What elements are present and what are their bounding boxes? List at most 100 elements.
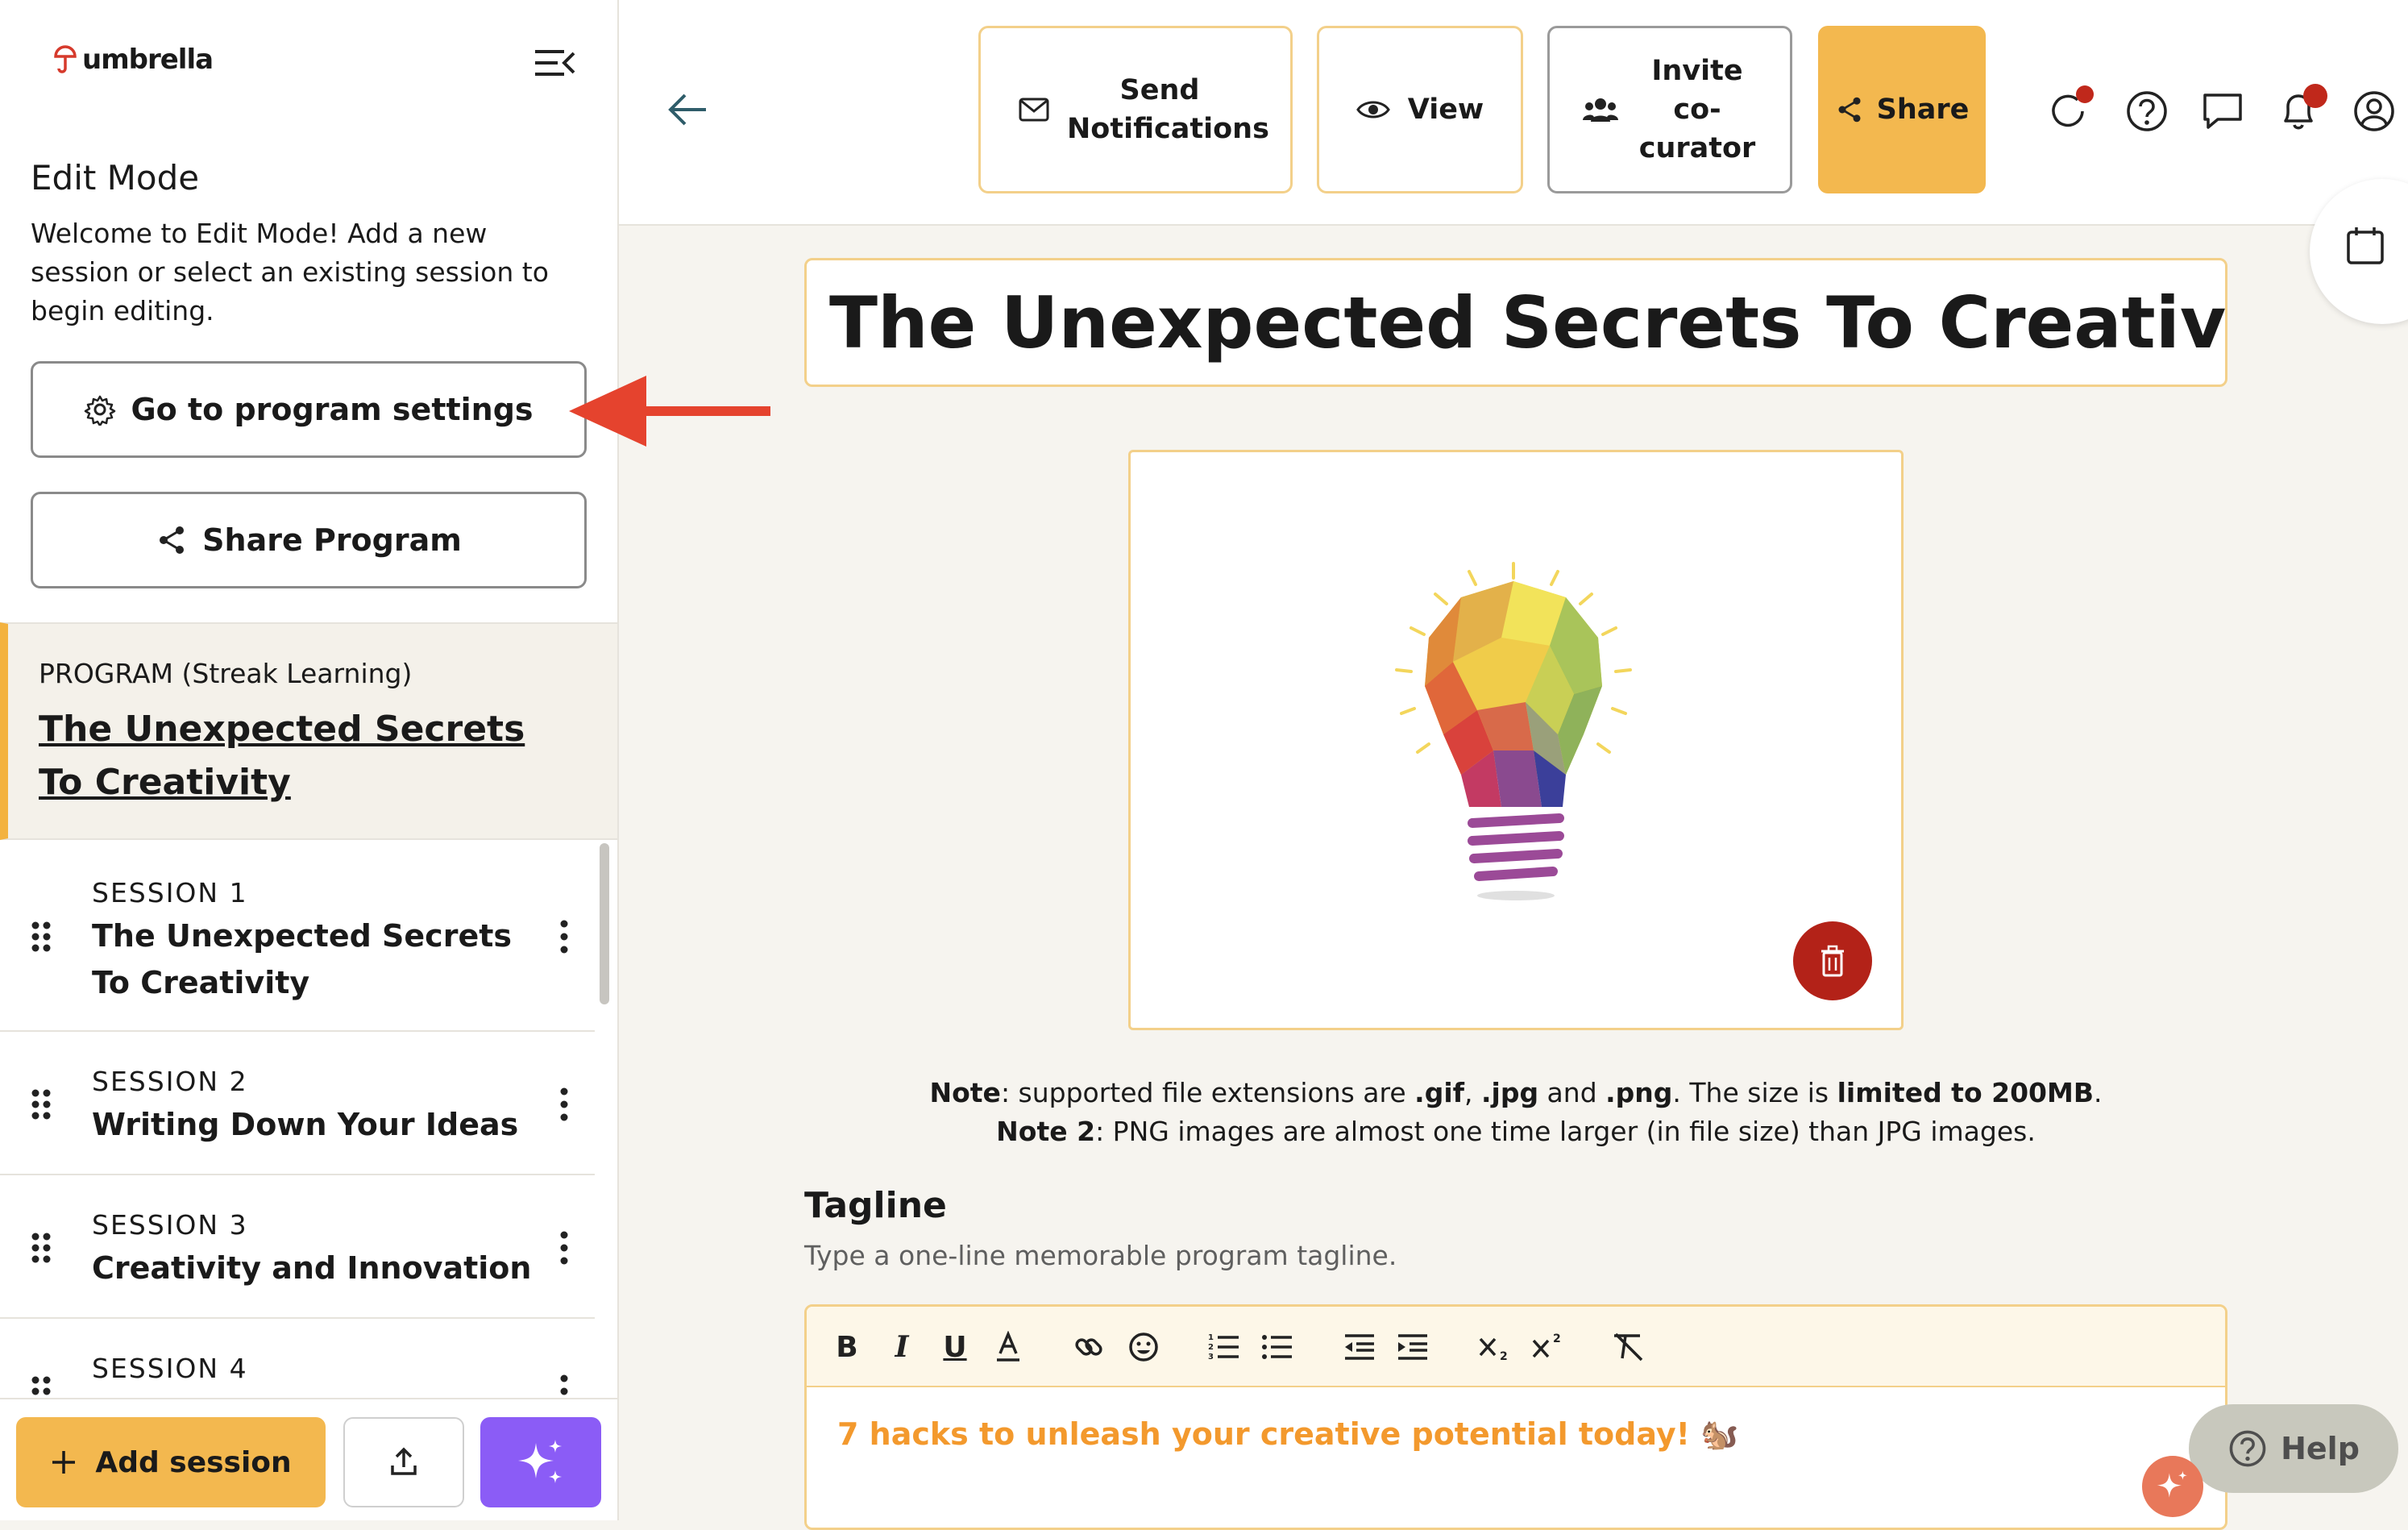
program-settings-button[interactable]: Go to program settings: [31, 361, 587, 458]
note-sep: ,: [1463, 1077, 1481, 1108]
collapse-sidebar-icon[interactable]: [530, 44, 577, 82]
bold-icon[interactable]: B: [829, 1329, 865, 1365]
session-item-1[interactable]: SESSION 1 The Unexpected Secrets To Crea…: [0, 842, 595, 1032]
annotation-arrow-icon: [569, 376, 770, 447]
text-color-icon[interactable]: [990, 1329, 1026, 1365]
more-options-icon[interactable]: [556, 1374, 572, 1398]
program-name-link[interactable]: The Unexpected Secrets To Creativity: [39, 703, 538, 809]
share-program-button[interactable]: Share Program: [31, 492, 587, 588]
note-sep: and: [1538, 1077, 1606, 1108]
scrollbar-thumb[interactable]: [600, 843, 609, 1004]
envelope-icon: [1019, 98, 1049, 122]
file-note: Note: supported file extensions are .gif…: [804, 1077, 2227, 1108]
svg-text:2: 2: [1208, 1343, 1214, 1352]
bell-icon[interactable]: [2276, 84, 2327, 134]
add-session-label: Add session: [95, 1445, 292, 1479]
drag-handle-icon[interactable]: [31, 1232, 52, 1264]
session-title: The Unexpected Secrets To Creativity: [92, 918, 512, 1000]
link-icon[interactable]: [1071, 1329, 1106, 1365]
back-arrow-icon[interactable]: [664, 85, 712, 134]
sidebar: umbrella Edit Mode Welcome to Edit Mode!…: [0, 0, 619, 1520]
note2-label: Note 2: [996, 1116, 1096, 1147]
refresh-notification-dot: [2076, 85, 2094, 103]
session-number: SESSION 3: [92, 1209, 248, 1241]
trash-icon: [1821, 945, 1844, 977]
plus-icon: [52, 1451, 76, 1474]
indent-icon[interactable]: [1395, 1329, 1430, 1365]
program-type-label: PROGRAM (Streak Learning): [39, 658, 413, 689]
chat-icon[interactable]: [2200, 89, 2245, 134]
drag-handle-icon[interactable]: [31, 1088, 52, 1120]
note-ext-png: .png: [1605, 1077, 1673, 1108]
top-bar: Send Notifications View Invite co-curato…: [619, 0, 2408, 226]
sidebar-footer: Add session: [0, 1398, 617, 1520]
umbrella-logo-icon: [54, 45, 77, 73]
note-size-limit: limited to 200MB: [1837, 1077, 2094, 1108]
delete-image-button[interactable]: [1793, 921, 1872, 1000]
session-item-2[interactable]: SESSION 2 Writing Down Your Ideas: [0, 1033, 595, 1175]
help-circle-icon: [2229, 1430, 2266, 1467]
session-number: SESSION 1: [92, 877, 248, 908]
tagline-text[interactable]: 7 hacks to unleash your creative potenti…: [837, 1416, 1738, 1453]
sparkles-icon: [518, 1440, 562, 1483]
help-circle-icon[interactable]: [2124, 89, 2169, 134]
more-options-icon[interactable]: [556, 919, 572, 954]
note-end: .: [2094, 1077, 2103, 1108]
more-options-icon[interactable]: [556, 1087, 572, 1122]
underline-icon[interactable]: U: [937, 1329, 973, 1365]
italic-icon[interactable]: I: [884, 1329, 920, 1365]
session-list: SESSION 1 The Unexpected Secrets To Crea…: [0, 842, 595, 1398]
session-item-3[interactable]: SESSION 3 Creativity and Innovation: [0, 1177, 595, 1319]
notification-dot: [2303, 84, 2327, 108]
invite-cocurator-button[interactable]: Invite co-curator: [1547, 26, 1792, 193]
share-program-label: Share Program: [202, 522, 462, 558]
emoji-icon[interactable]: [1126, 1329, 1161, 1365]
note-label: Note: [929, 1077, 1001, 1108]
drag-handle-icon[interactable]: [31, 1375, 52, 1398]
bullet-list-icon[interactable]: [1260, 1329, 1295, 1365]
invite-cocurator-label: Invite co-curator: [1638, 55, 1756, 164]
eye-icon: [1356, 101, 1390, 118]
note-text: . The size is: [1672, 1077, 1837, 1108]
program-settings-label: Go to program settings: [131, 392, 533, 427]
note2-text: : PNG images are almost one time larger …: [1095, 1116, 2036, 1147]
ai-assist-button[interactable]: [2142, 1456, 2203, 1517]
upload-button[interactable]: [343, 1417, 464, 1507]
session-title: Writing Down Your Ideas: [92, 1107, 519, 1142]
program-image-container[interactable]: [1128, 450, 1904, 1030]
program-item[interactable]: PROGRAM (Streak Learning) The Unexpected…: [0, 622, 617, 840]
umbrella-logo[interactable]: umbrella: [53, 44, 214, 76]
users-icon: [1583, 98, 1618, 122]
share-button[interactable]: Share: [1818, 26, 1986, 193]
tagline-description: Type a one-line memorable program taglin…: [804, 1240, 1397, 1271]
ai-generate-button[interactable]: [480, 1417, 601, 1507]
lightbulb-image: [1395, 562, 1632, 900]
session-item-4[interactable]: SESSION 4: [0, 1320, 595, 1398]
session-title: Creativity and Innovation: [92, 1250, 532, 1286]
view-button[interactable]: View: [1317, 26, 1523, 193]
clear-format-icon[interactable]: [1611, 1329, 1646, 1365]
ordered-list-icon[interactable]: 123: [1206, 1329, 1242, 1365]
drag-handle-icon[interactable]: [31, 921, 52, 953]
calendar-button[interactable]: [2310, 179, 2408, 324]
svg-text:2: 2: [1500, 1350, 1508, 1363]
share-label: Share: [1876, 94, 1970, 126]
svg-text:3: 3: [1208, 1353, 1214, 1362]
refresh-icon[interactable]: [2047, 85, 2094, 134]
user-avatar-icon[interactable]: [2352, 89, 2397, 134]
outdent-icon[interactable]: [1342, 1329, 1377, 1365]
send-notifications-button[interactable]: Send Notifications: [978, 26, 1293, 193]
superscript-icon[interactable]: 2: [1530, 1329, 1566, 1365]
logo-text: umbrella: [82, 44, 214, 76]
svg-text:2: 2: [1553, 1333, 1561, 1345]
subscript-icon[interactable]: 2: [1477, 1329, 1513, 1365]
help-button[interactable]: Help: [2189, 1404, 2398, 1493]
more-options-icon[interactable]: [556, 1230, 572, 1266]
add-session-button[interactable]: Add session: [16, 1417, 326, 1507]
sparkles-icon: [2157, 1470, 2187, 1498]
program-title-input[interactable]: The Unexpected Secrets To Creativity: [804, 258, 2227, 387]
share-icon: [1838, 97, 1861, 123]
edit-mode-title: Edit Mode: [31, 158, 200, 197]
session-number: SESSION 2: [92, 1066, 248, 1097]
help-label: Help: [2281, 1431, 2360, 1466]
